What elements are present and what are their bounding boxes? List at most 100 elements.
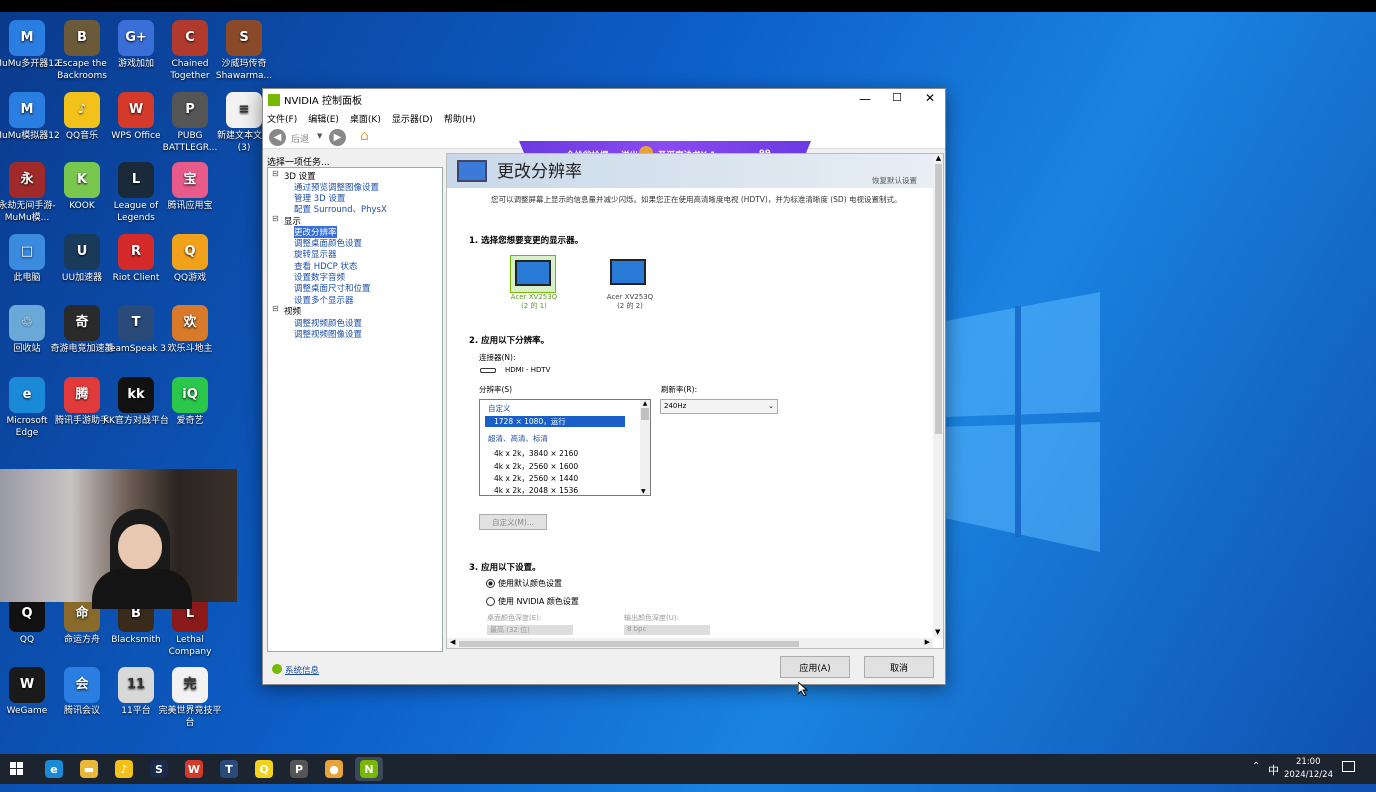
resolution-option[interactable]: 4k x 2k，2560 × 1440	[494, 473, 578, 484]
app-icon: M	[9, 92, 45, 128]
home-icon[interactable]: ⌂	[360, 128, 369, 144]
nvidia-icon: N	[360, 760, 378, 778]
resolution-option[interactable]: 自定义	[488, 403, 511, 414]
app-icon: ≡	[226, 92, 262, 128]
back-label[interactable]: 后退	[291, 132, 309, 145]
app-icon: □	[9, 234, 45, 270]
radio-default[interactable]	[486, 579, 495, 588]
nvidia-icon	[268, 93, 280, 106]
horizontal-scrollbar[interactable]: ◀ ▶	[447, 638, 933, 648]
monitor-1[interactable]: Acer XV253Q (2 的 1)	[510, 255, 558, 313]
tree-collapse-icon[interactable]: ⊟	[272, 304, 279, 313]
cancel-button[interactable]: 取消	[864, 656, 934, 678]
app-icon: G+	[118, 20, 154, 56]
app-icon: W	[118, 92, 154, 128]
taskbar-app-qq[interactable]: Q	[250, 757, 278, 781]
clock-date[interactable]: 2024/12/24	[1284, 770, 1333, 780]
radio-default-label[interactable]: 使用默认颜色设置	[498, 578, 562, 589]
menu-item[interactable]: 编辑(E)	[308, 112, 339, 125]
taskbar-app-edge[interactable]: e	[40, 757, 68, 781]
monitor-2-name: Acer XV253Q	[606, 293, 654, 301]
clock-time[interactable]: 21:00	[1296, 757, 1321, 767]
description-text: 您可以调整屏幕上显示的信息量并减少闪烁。如果您正在使用高清晰度电视 (HDTV)…	[491, 195, 902, 204]
desktop-icon[interactable]: 欢欢乐斗地主	[157, 305, 223, 355]
tree-item[interactable]: 调整视频图像设置	[294, 328, 362, 340]
qq-icon: Q	[255, 760, 273, 778]
tree-item[interactable]: 设置多个显示器	[294, 294, 354, 306]
desktop-icon[interactable]: 完完美世界竞技平台	[157, 667, 223, 729]
desktop-icon[interactable]: S 沙威玛传奇 Shawarma...	[211, 20, 277, 82]
tree-collapse-icon[interactable]: ⊟	[272, 169, 279, 178]
chevron-down-icon[interactable]: ▼	[317, 132, 322, 140]
back-icon[interactable]: ◀	[269, 129, 286, 146]
content-pane: 更改分辨率 恢复默认设置 您可以调整屏幕上显示的信息量并减少闪烁。如果您正在使用…	[446, 153, 944, 649]
desktop-icon[interactable]: 宝腾讯应用宝	[157, 162, 223, 212]
tree-collapse-icon[interactable]: ⊟	[272, 214, 279, 223]
windows-logo	[940, 292, 1100, 552]
notification-icon[interactable]	[1342, 761, 1355, 772]
taskbar-app-explorer[interactable]: ▬	[75, 757, 103, 781]
menu-item[interactable]: 显示器(D)	[392, 112, 433, 125]
list-scrollbar[interactable]: ▲ ▼	[640, 400, 650, 495]
close-button[interactable]: ✕	[925, 91, 935, 105]
app-icon: L	[118, 162, 154, 198]
resolution-option[interactable]: 超清、高清、标清	[488, 433, 548, 444]
taskbar-app-game-owl[interactable]: ●	[320, 757, 348, 781]
teamspeak-icon: T	[220, 760, 238, 778]
app-icon: B	[64, 20, 100, 56]
maximize-button[interactable]: ☐	[892, 91, 902, 104]
system-info-link[interactable]: 系统信息	[285, 664, 319, 676]
vertical-scrollbar[interactable]: ▲ ▼	[933, 154, 943, 638]
restore-defaults-link[interactable]: 恢复默认设置	[872, 175, 917, 186]
output-depth-select[interactable]: 8 bpc	[624, 625, 710, 635]
taskbar-app-wps[interactable]: W	[180, 757, 208, 781]
monitor-2-sub: (2 的 2)	[617, 302, 643, 310]
taskbar-app-qq-music[interactable]: ♪	[110, 757, 138, 781]
tray-chevron-icon[interactable]: ⌃	[1252, 761, 1260, 772]
desktop-icon[interactable]: iQ 爱奇艺	[157, 377, 223, 427]
app-icon: iQ	[172, 377, 208, 413]
tree-item[interactable]: 调整桌面尺寸和位置	[294, 282, 371, 294]
wps-icon: W	[185, 760, 203, 778]
taskbar-app-teamspeak[interactable]: T	[215, 757, 243, 781]
radio-nvidia-label[interactable]: 使用 NVIDIA 颜色设置	[498, 596, 579, 607]
resolution-option[interactable]: 4k x 2k，2560 × 1600	[494, 461, 578, 472]
menu-item[interactable]: 桌面(K)	[350, 112, 381, 125]
title-bar: NVIDIA 控制面板 — ☐ ✕	[263, 89, 945, 110]
app-icon: 永	[9, 162, 45, 198]
ime-indicator[interactable]: 中	[1268, 762, 1279, 778]
radio-nvidia[interactable]	[486, 597, 495, 606]
app-icon: 欢	[172, 305, 208, 341]
app-icon: 会	[64, 667, 100, 703]
desktop-icon[interactable]: Q QQ游戏	[157, 234, 223, 284]
resolution-option[interactable]: 1728 × 1080，运行	[485, 416, 625, 427]
minimize-button[interactable]: —	[859, 92, 871, 106]
customize-button[interactable]: 自定义(M)...	[479, 514, 547, 530]
app-icon: T	[118, 305, 154, 341]
resolution-option[interactable]: 4k x 2k，2048 × 1536	[494, 485, 578, 496]
taskbar-app-pubg[interactable]: P	[285, 757, 313, 781]
desktop-depth-select[interactable]: 最高 (32 位)	[487, 625, 573, 635]
taskbar-app-steam[interactable]: S	[145, 757, 173, 781]
tree-item[interactable]: 视频	[284, 305, 301, 317]
task-tree: 3D 设置 ⊟ 通过预览调整图像设置 管理 3D 设置 配置 Surround、Phys…	[267, 167, 443, 652]
tree-item[interactable]: 旋转显示器	[294, 248, 337, 260]
desktop-icon-label: Lethal Company	[168, 635, 212, 657]
menu-item[interactable]: 帮助(H)	[444, 112, 476, 125]
menu-item[interactable]: 文件(F)	[267, 112, 297, 125]
tree-item[interactable]: 配置 Surround、PhysX	[294, 203, 387, 215]
explorer-icon: ▬	[80, 760, 98, 778]
taskbar-app-nvidia[interactable]: N	[355, 757, 383, 781]
forward-icon[interactable]: ▶	[329, 129, 346, 146]
desktop-depth-label: 桌面颜色深度(E):	[487, 614, 542, 622]
apply-button[interactable]: 应用(A)	[780, 656, 850, 678]
step2-label: 2. 应用以下分辨率。	[469, 336, 550, 346]
output-depth-label: 输出颜色深度(U):	[624, 614, 679, 622]
start-button[interactable]	[10, 762, 24, 776]
monitor-icon	[515, 260, 551, 286]
refresh-rate-select[interactable]: 240Hz ⌄	[660, 399, 778, 414]
monitor-2[interactable]: Acer XV253Q (2 的 2)	[606, 255, 654, 313]
resolution-list[interactable]: ▲ ▼ 自定义 1728 × 1080，运行 超清、高清、标清 4k x 2k，384…	[479, 399, 651, 496]
resolution-option[interactable]: 4k x 2k，3840 × 2160	[494, 448, 578, 459]
desktop-icon-label: 沙威玛传奇 Shawarma...	[215, 59, 273, 81]
